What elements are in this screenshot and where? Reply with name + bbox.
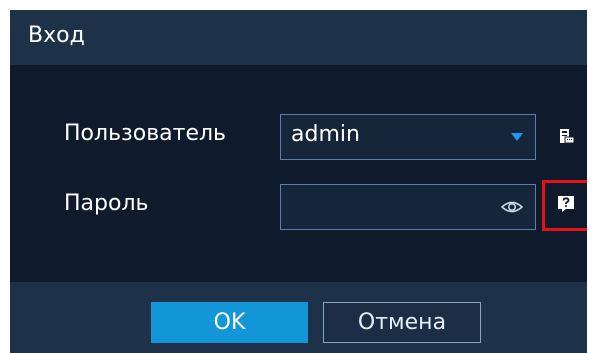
cancel-button[interactable]: Отмена [323,302,481,343]
login-dialog: Вход Пользователь admin Пароль OK Отмена [10,10,587,353]
chevron-down-icon[interactable] [511,133,523,141]
user-select[interactable]: admin [280,114,536,160]
keyboard-icon[interactable] [559,128,575,144]
question-icon[interactable] [557,195,575,213]
dialog-title: Вход [28,23,85,48]
eye-icon[interactable] [501,198,523,216]
dialog-titlebar: Вход [10,10,587,65]
user-label: Пользователь [64,121,227,146]
help-highlight [542,180,587,231]
ok-button[interactable]: OK [151,302,308,343]
user-select-value: admin [291,122,360,147]
dialog-footer: OK Отмена [10,282,587,353]
password-label: Пароль [64,191,149,216]
password-field[interactable] [280,184,536,230]
